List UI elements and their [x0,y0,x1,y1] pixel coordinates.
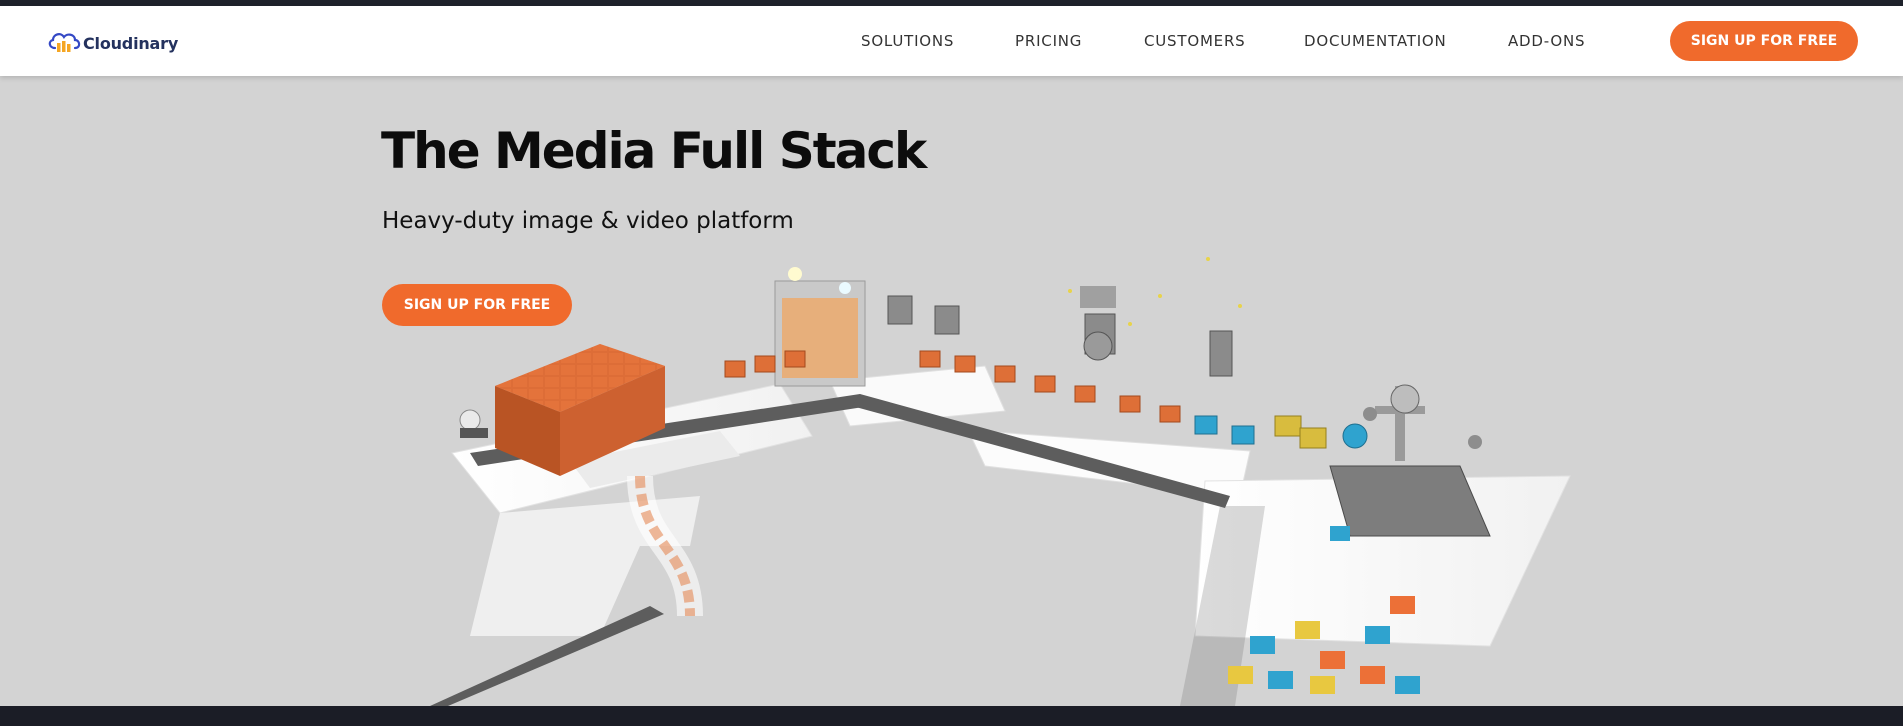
site-header: Cloudinary SOLUTIONS PRICING CUSTOMERS D… [0,6,1903,76]
conveyor-illustration [430,257,1571,706]
nav-item-documentation[interactable]: DOCUMENTATION [1304,32,1447,50]
bottom-bar [0,706,1903,726]
main-nav: SOLUTIONS PRICING CUSTOMERS DOCUMENTATIO… [0,6,1903,76]
nav-item-pricing[interactable]: PRICING [1015,32,1082,50]
header-signup-button[interactable]: SIGN UP FOR FREE [1670,21,1858,61]
nav-item-customers[interactable]: CUSTOMERS [1144,32,1246,50]
nav-item-solutions[interactable]: SOLUTIONS [861,32,954,50]
nav-item-add-ons[interactable]: ADD-ONS [1508,32,1585,50]
